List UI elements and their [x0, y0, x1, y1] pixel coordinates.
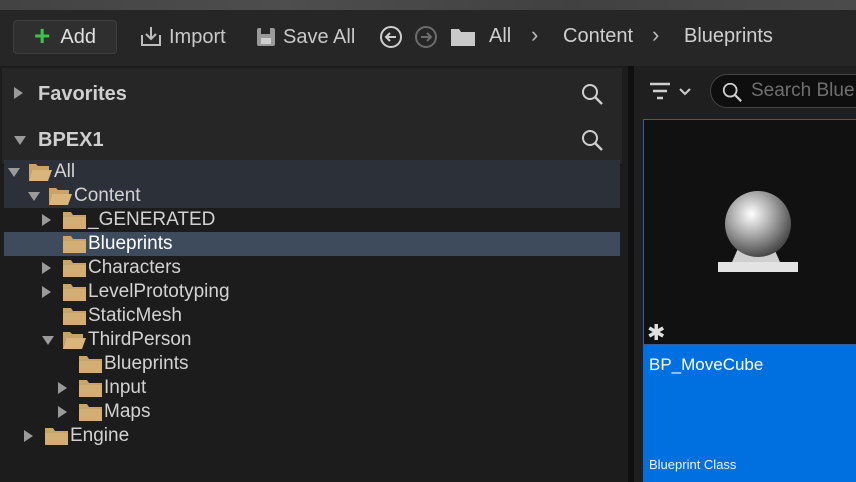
tree-row-label: Blueprints [88, 233, 173, 254]
tree-row-label: Input [104, 377, 147, 398]
tree-row-label: ThirdPerson [88, 329, 192, 350]
expand-arrow-icon[interactable] [42, 262, 51, 274]
breadcrumb-content[interactable]: Content [563, 25, 633, 48]
filter-icon[interactable] [648, 80, 698, 102]
folder-icon [79, 404, 102, 421]
asset-tile[interactable]: ✱ BP_MoveCube Blueprint Class [643, 119, 856, 482]
folder-icon [451, 29, 475, 46]
sources-panel: Favorites BPEX1 All Content _GENERATED Blue… [0, 66, 628, 482]
tree-row[interactable]: Blueprints [4, 352, 620, 376]
breadcrumb-blueprints[interactable]: Blueprints [684, 25, 773, 48]
save-all-label: Save All [283, 25, 356, 48]
expand-arrow-icon[interactable] [42, 214, 51, 226]
forward-arrow-icon[interactable] [414, 25, 438, 49]
search-icon [722, 82, 742, 102]
expand-arrow-icon[interactable] [58, 406, 67, 418]
tree-row[interactable]: LevelPrototyping [4, 280, 620, 304]
folder-open-icon [49, 188, 72, 205]
expand-arrow-icon[interactable] [42, 286, 51, 298]
viewport-strip [0, 0, 856, 10]
folder-open-icon [63, 332, 86, 349]
tree-row[interactable]: Blueprints [4, 232, 620, 256]
folder-icon [63, 212, 86, 229]
chevron-right-icon: › [652, 22, 660, 47]
tree-row[interactable]: Engine [4, 424, 620, 448]
tree-row-label: Maps [104, 401, 151, 422]
tree-row-label: All [54, 161, 76, 182]
add-button[interactable]: + Add [13, 20, 117, 54]
collapse-arrow-icon[interactable] [14, 136, 26, 145]
folder-open-icon [29, 164, 52, 181]
expand-arrow-icon[interactable] [58, 382, 67, 394]
project-header[interactable]: BPEX1 [2, 114, 622, 165]
expand-arrow-icon[interactable] [14, 87, 23, 99]
tree-row-label: Blueprints [104, 353, 189, 374]
favorites-title: Favorites [38, 83, 127, 105]
tree-row-label: Characters [88, 257, 181, 278]
tree-row-label: StaticMesh [88, 305, 182, 326]
search-input[interactable]: Search Blue [710, 74, 856, 108]
tree-row-label: Content [74, 185, 141, 206]
favorites-header[interactable]: Favorites [2, 68, 622, 119]
collapse-arrow-icon[interactable] [42, 336, 54, 345]
search-placeholder: Search Blue [751, 80, 855, 101]
collapse-arrow-icon[interactable] [8, 168, 20, 177]
asterisk-icon: ✱ [647, 320, 666, 345]
breadcrumb-all[interactable]: All [489, 25, 511, 48]
import-icon [141, 27, 161, 46]
tree-row-label: _GENERATED [88, 209, 216, 230]
save-icon [257, 28, 275, 46]
import-label: Import [169, 25, 226, 48]
tree-row[interactable]: ThirdPerson [4, 328, 620, 352]
tree-row-label: LevelPrototyping [88, 281, 230, 302]
search-icon[interactable] [580, 82, 604, 106]
asset-view: Search Blue ✱ BP_MoveCube Blueprint Clas… [634, 66, 856, 482]
tree-row[interactable]: All [4, 160, 620, 184]
import-button[interactable]: Import [139, 24, 226, 50]
plus-icon: + [34, 19, 51, 51]
add-button-label: Add [60, 25, 96, 48]
collapse-arrow-icon[interactable] [28, 192, 40, 201]
tree-row[interactable]: _GENERATED [4, 208, 620, 232]
chevron-right-icon: › [531, 22, 539, 47]
tree-row[interactable]: Characters [4, 256, 620, 280]
tree-row[interactable]: Maps [4, 400, 620, 424]
project-title: BPEX1 [38, 129, 104, 151]
asset-type: Blueprint Class [649, 457, 737, 472]
folder-icon [63, 308, 86, 325]
toolbar: + Add Import Save All All › Content › Bl… [0, 0, 856, 66]
tree-row[interactable]: Input [4, 376, 620, 400]
asset-thumbnail: ✱ [643, 119, 856, 345]
tree-row[interactable]: Content [4, 184, 620, 208]
expand-arrow-icon[interactable] [24, 430, 33, 442]
sphere-on-pedestal-icon [718, 191, 798, 272]
search-icon[interactable] [580, 128, 604, 152]
folder-icon [63, 284, 86, 301]
folder-icon [79, 380, 102, 397]
asset-name: BP_MoveCube [649, 355, 764, 374]
folder-icon [63, 236, 86, 253]
folder-icon [79, 356, 102, 373]
asset-info: BP_MoveCube Blueprint Class [643, 345, 856, 482]
folder-icon [63, 260, 86, 277]
folder-icon [45, 428, 68, 445]
tree-row-label: Engine [70, 425, 130, 446]
tree-row[interactable]: StaticMesh [4, 304, 620, 328]
save-all-button[interactable]: Save All [255, 24, 355, 50]
back-arrow-icon[interactable] [379, 25, 403, 49]
